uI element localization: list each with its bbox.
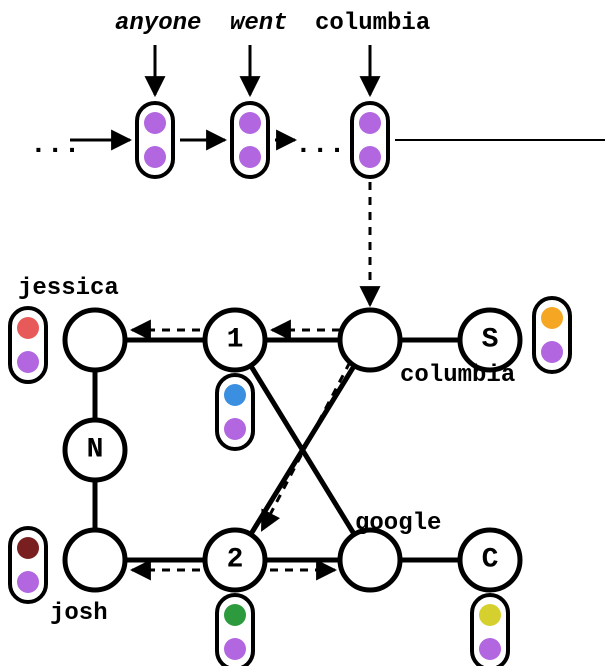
label-google: google bbox=[355, 510, 441, 537]
label-josh: josh bbox=[50, 600, 108, 627]
node-google bbox=[340, 530, 400, 590]
capsule-two bbox=[217, 595, 253, 666]
label-columbia: columbia bbox=[400, 362, 515, 389]
capsule-josh bbox=[10, 528, 46, 602]
capsule-seq3 bbox=[352, 103, 388, 177]
capsule-seq2 bbox=[232, 103, 268, 177]
dot bbox=[359, 146, 381, 168]
dot bbox=[239, 146, 261, 168]
token-went: went bbox=[230, 10, 288, 37]
node-S-text: S bbox=[482, 325, 499, 356]
node-josh bbox=[65, 530, 125, 590]
node-one-text: 1 bbox=[227, 325, 244, 356]
node-jessica bbox=[65, 310, 125, 370]
token-columbia: columbia bbox=[315, 10, 430, 37]
ellipsis-left: ... bbox=[30, 130, 80, 161]
token-anyone: anyone bbox=[115, 10, 201, 37]
node-columbia bbox=[340, 310, 400, 370]
dot bbox=[359, 112, 381, 134]
ellipsis-right: ... bbox=[295, 130, 345, 161]
capsule-one bbox=[217, 375, 253, 449]
dot bbox=[144, 112, 166, 134]
node-C-text: C bbox=[482, 545, 499, 576]
dot bbox=[144, 146, 166, 168]
diagram-svg: 1 S N 2 C bbox=[0, 0, 606, 666]
label-jessica: jessica bbox=[18, 275, 119, 302]
graph-nodes: 1 S N 2 C bbox=[65, 310, 520, 590]
capsule-seq1 bbox=[137, 103, 173, 177]
node-two-text: 2 bbox=[227, 545, 244, 576]
capsule-S bbox=[534, 298, 570, 372]
capsule-jessica bbox=[10, 308, 46, 382]
dot bbox=[239, 112, 261, 134]
node-N-text: N bbox=[87, 435, 104, 466]
capsule-C bbox=[472, 595, 508, 666]
